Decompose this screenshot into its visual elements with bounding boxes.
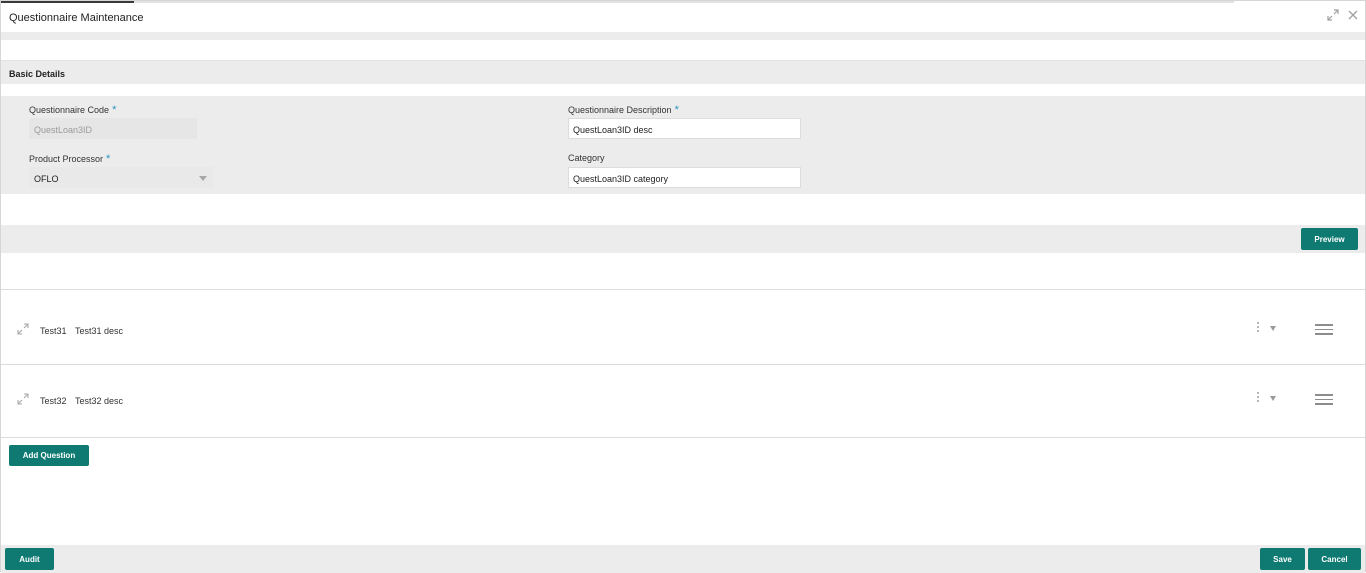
- divider: [1, 437, 1365, 438]
- question-description: Test31 desc: [75, 326, 124, 336]
- add-question-button[interactable]: Add Question: [9, 445, 89, 466]
- category-label: Category: [568, 153, 605, 163]
- questionnaire-code-input: QuestLoan3ID: [29, 118, 197, 139]
- question-code: Test31: [40, 326, 67, 336]
- close-icon[interactable]: [1347, 9, 1359, 21]
- question-code: Test32: [40, 396, 67, 406]
- product-processor-select[interactable]: OFLO: [29, 167, 214, 188]
- window-title: Questionnaire Maintenance: [9, 12, 144, 24]
- drag-handle-icon[interactable]: [1315, 394, 1333, 405]
- footer-bar: Audit Save Cancel: [1, 545, 1365, 573]
- questionnaire-description-label: Questionnaire Description *: [568, 104, 679, 116]
- title-bar: Questionnaire Maintenance: [1, 4, 1365, 32]
- basic-details-title: Basic Details: [9, 69, 66, 79]
- basic-details-form: Questionnaire Code * QuestLoan3ID Questio…: [1, 96, 1365, 194]
- cancel-button[interactable]: Cancel: [1308, 548, 1361, 570]
- question-row[interactable]: Test32 Test32 desc: [9, 380, 1357, 420]
- kebab-menu-icon[interactable]: [1255, 391, 1261, 405]
- questionnaire-description-input[interactable]: QuestLoan3ID desc: [568, 118, 801, 139]
- expand-icon[interactable]: [17, 393, 29, 405]
- divider: [1, 289, 1365, 290]
- header-divider-band: [1, 32, 1365, 40]
- question-description: Test32 desc: [75, 396, 124, 406]
- question-row[interactable]: Test31 Test31 desc: [9, 310, 1357, 350]
- audit-button[interactable]: Audit: [5, 548, 54, 570]
- chevron-down-icon: [199, 176, 207, 181]
- divider: [1, 364, 1365, 365]
- required-marker: *: [112, 104, 117, 116]
- category-input[interactable]: QuestLoan3ID category: [568, 167, 801, 188]
- required-marker: *: [106, 153, 111, 165]
- save-button[interactable]: Save: [1260, 548, 1305, 570]
- chevron-down-icon[interactable]: [1270, 326, 1276, 331]
- expand-icon[interactable]: [17, 323, 29, 335]
- drag-handle-icon[interactable]: [1315, 324, 1333, 335]
- kebab-menu-icon[interactable]: [1255, 321, 1261, 335]
- preview-button[interactable]: Preview: [1301, 228, 1358, 250]
- basic-details-header: Basic Details: [1, 60, 1365, 84]
- maximize-icon[interactable]: [1327, 9, 1339, 21]
- chevron-down-icon[interactable]: [1270, 396, 1276, 401]
- questionnaire-code-label: Questionnaire Code *: [29, 104, 117, 116]
- product-processor-label: Product Processor *: [29, 153, 111, 165]
- preview-toolbar: Preview: [1, 225, 1365, 253]
- questionnaire-window: Questionnaire Maintenance Basic Details …: [0, 0, 1366, 573]
- required-marker: *: [674, 104, 679, 116]
